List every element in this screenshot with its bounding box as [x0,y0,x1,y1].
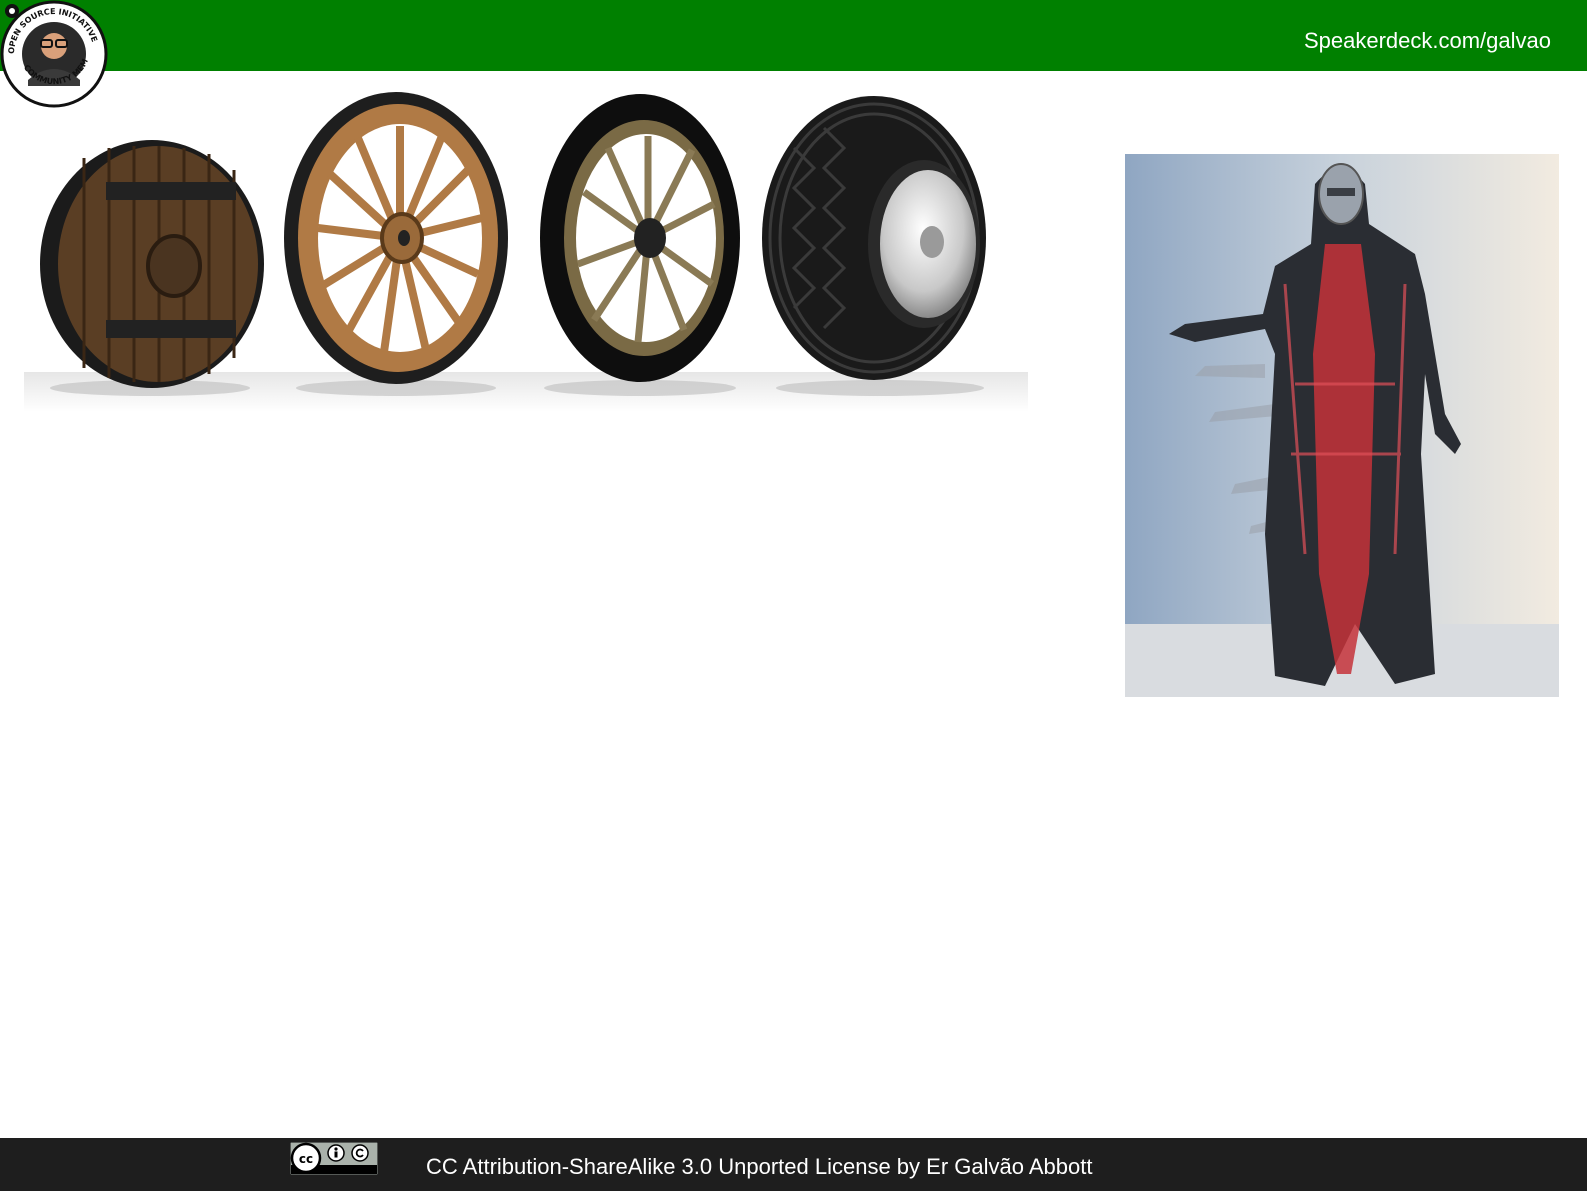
transparent-robot-figure-image [1125,154,1559,697]
wooden-disk-wheel [40,140,264,396]
footer-bar: cc CC Attribution-ShareAlike 3.0 Unporte… [0,1138,1587,1191]
cc-by-sa-license-icon[interactable]: cc [290,1142,378,1175]
license-text: CC Attribution-ShareAlike 3.0 Unported L… [426,1154,1093,1179]
header-bar: Speakerdeck.com/galvao [0,0,1587,71]
rubber-spoke-wheel [540,94,740,396]
wheel-evolution-image [24,92,1028,412]
modern-tire [762,96,986,396]
wooden-spoke-wheel [284,92,508,396]
svg-text:cc: cc [299,1152,313,1166]
speakerdeck-link[interactable]: Speakerdeck.com/galvao [1304,28,1551,54]
